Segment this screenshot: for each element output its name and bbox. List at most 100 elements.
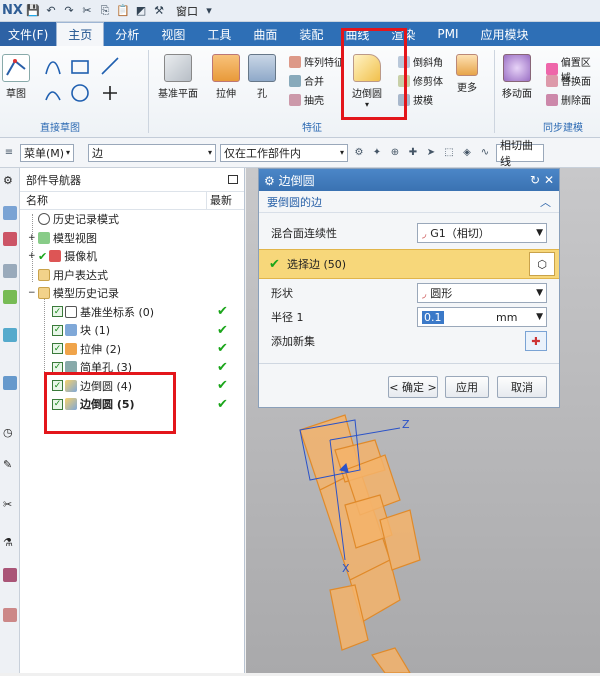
copy-icon[interactable]: ⎘ (98, 4, 112, 18)
paste-icon[interactable]: 📋 (116, 4, 130, 18)
history-icon[interactable]: ◷ (3, 426, 17, 440)
process-studio-icon[interactable]: ✂ (3, 498, 17, 512)
menu-dropdown[interactable]: 菜单(M) ▾ (20, 143, 74, 162)
move-face-button[interactable]: 移动面 (502, 54, 532, 100)
tree-item-datum-csys[interactable]: ✓ 基准坐标系 (0) ✔ (20, 303, 244, 322)
column-latest[interactable]: 最新 (207, 192, 232, 209)
sketch-button[interactable]: 草图 (2, 54, 30, 100)
ok-button[interactable]: < 确定 > (388, 376, 438, 398)
role-icon[interactable] (3, 568, 17, 582)
apply-button[interactable]: 应用 (445, 376, 489, 398)
tab-home[interactable]: 主页 (56, 22, 105, 46)
axis-z-label: Z (402, 418, 410, 431)
datum-plane-button[interactable]: 基准平面 (158, 54, 198, 100)
cut-icon[interactable]: ✂ (80, 4, 94, 18)
expand-icon[interactable]: + (28, 251, 38, 261)
cube-icon: ⬡ (537, 257, 547, 271)
tab-pmi[interactable]: PMI (426, 22, 469, 46)
manufacturing-wizard-icon[interactable]: ⚗ (3, 536, 17, 550)
unite-button[interactable]: 合并 (289, 73, 324, 88)
gear-icon[interactable]: ⚙ (3, 174, 17, 188)
continuity-select[interactable]: ◞ G1（相切） ▼ (417, 223, 547, 243)
radius-input[interactable]: 0.1 mm ▼ (417, 307, 547, 327)
close-icon[interactable]: ✕ (544, 173, 554, 187)
cross-snap-icon[interactable]: ✚ (406, 146, 420, 160)
tree-item-model-views[interactable]: + 模型视图 (20, 229, 244, 248)
checkbox-icon[interactable]: ✓ (52, 343, 63, 355)
arrow-snap-icon[interactable]: ➤ (424, 146, 438, 160)
chevron-up-icon[interactable]: ︿ (540, 194, 551, 210)
snap-icon[interactable]: ✦ (370, 146, 384, 160)
cancel-button[interactable]: 取消 (497, 376, 547, 398)
radius-label: 半径 1 (271, 311, 304, 324)
curve-rule-select[interactable]: 相切曲线 (496, 139, 544, 168)
csys-icon (65, 305, 77, 318)
menu-icon: ≡ (4, 147, 14, 158)
tree-item-model-history[interactable]: − 模型历史记录 (20, 284, 244, 303)
chevron-down-icon[interactable]: ▾ (202, 4, 216, 18)
tab-analysis[interactable]: 分析 (104, 22, 150, 46)
checkbox-icon[interactable]: ✓ (52, 324, 63, 336)
select-edge-row[interactable]: ✔ 选择边 (50) ⬡ (259, 249, 559, 279)
hole-button[interactable]: 孔 (248, 54, 276, 100)
replace-face-button[interactable]: 替换面 (546, 73, 591, 88)
tree-item-user-expressions[interactable]: 用户表达式 (20, 266, 244, 285)
column-name[interactable]: 名称 (20, 192, 207, 209)
more-button[interactable]: 更多 (456, 54, 478, 94)
tree-item-extrude[interactable]: ✓ 拉伸 (2) ✔ (20, 340, 244, 359)
save-icon[interactable]: 💾 (26, 4, 40, 18)
curve-rule-value: 相切曲线 (500, 138, 533, 168)
solid-icon[interactable]: ◈ (460, 146, 474, 160)
reset-icon[interactable]: ↻ (530, 173, 540, 187)
tree-item-history-mode[interactable]: 历史记录模式 (20, 210, 244, 229)
tab-surface[interactable]: 曲面 (242, 22, 288, 46)
collapse-icon[interactable]: − (28, 288, 38, 298)
chevron-down-icon[interactable]: ▼ (536, 312, 543, 322)
curve-icon[interactable]: ∿ (478, 146, 492, 160)
undo-icon[interactable]: ↶ (44, 4, 58, 18)
pattern-feature-button[interactable]: 阵列特征 (289, 54, 344, 69)
delete-face-button[interactable]: 删除面 (546, 92, 591, 107)
tab-file[interactable]: 文件(F) (0, 22, 57, 46)
cube-icon[interactable]: ◩ (134, 4, 148, 18)
web-browser-icon[interactable] (3, 376, 17, 390)
filter-icon[interactable]: ⚙ (352, 146, 366, 160)
more-icon (456, 54, 478, 76)
shape-value: 圆形 (430, 287, 453, 300)
part-navigator-icon[interactable] (3, 264, 17, 278)
pattern-icon (289, 55, 301, 68)
section-edges-header[interactable]: 要倒圆的边 ︿ (259, 191, 559, 213)
expand-icon[interactable]: + (28, 233, 38, 243)
hd3d-tools-icon[interactable] (3, 328, 17, 342)
shape-select[interactable]: ◞ 圆形 ▼ (417, 283, 547, 303)
point-snap-icon[interactable]: ⊕ (388, 146, 402, 160)
tab-view[interactable]: 视图 (150, 22, 196, 46)
add-new-set-button[interactable]: ✚ (525, 331, 547, 351)
checkbox-icon[interactable]: ✓ (52, 306, 63, 318)
system-materials-icon[interactable]: ✎ (3, 458, 17, 472)
type-filter-select[interactable]: 边 ▾ (88, 143, 216, 162)
tab-assembly[interactable]: 装配 (288, 22, 334, 46)
shell-button[interactable]: 抽壳 (289, 92, 324, 107)
command-finder-icon[interactable]: ⚒ (152, 4, 166, 18)
trim-body-label: 修剪体 (413, 77, 443, 88)
box-select-icon[interactable]: ⬚ (442, 146, 456, 160)
tree-item-block[interactable]: ✓ 块 (1) ✔ (20, 321, 244, 340)
extrude-button[interactable]: 拉伸 (212, 54, 240, 100)
assembly-navigator-icon[interactable] (3, 206, 17, 220)
navigator-header: 部件导航器 (20, 168, 244, 192)
window-menu[interactable]: 窗口 (176, 3, 198, 19)
select-edge-button[interactable]: ⬡ (529, 252, 555, 276)
tab-applications[interactable]: 应用模块 (470, 22, 540, 46)
tree-item-label: 摄像机 (64, 250, 98, 264)
tab-tools[interactable]: 工具 (196, 22, 242, 46)
tree-item-cameras[interactable]: + ✔ 摄像机 (20, 247, 244, 266)
reuse-library-icon[interactable] (3, 290, 17, 304)
redo-icon[interactable]: ↷ (62, 4, 76, 18)
gear-icon[interactable]: ⚙ (264, 174, 275, 188)
maximize-icon[interactable] (228, 175, 238, 184)
palette-icon[interactable] (3, 608, 17, 622)
constraint-navigator-icon[interactable] (3, 232, 17, 246)
selection-scope-select[interactable]: 仅在工作部件内 ▾ (220, 143, 348, 162)
tree-item-label: 历史记录模式 (53, 213, 119, 227)
